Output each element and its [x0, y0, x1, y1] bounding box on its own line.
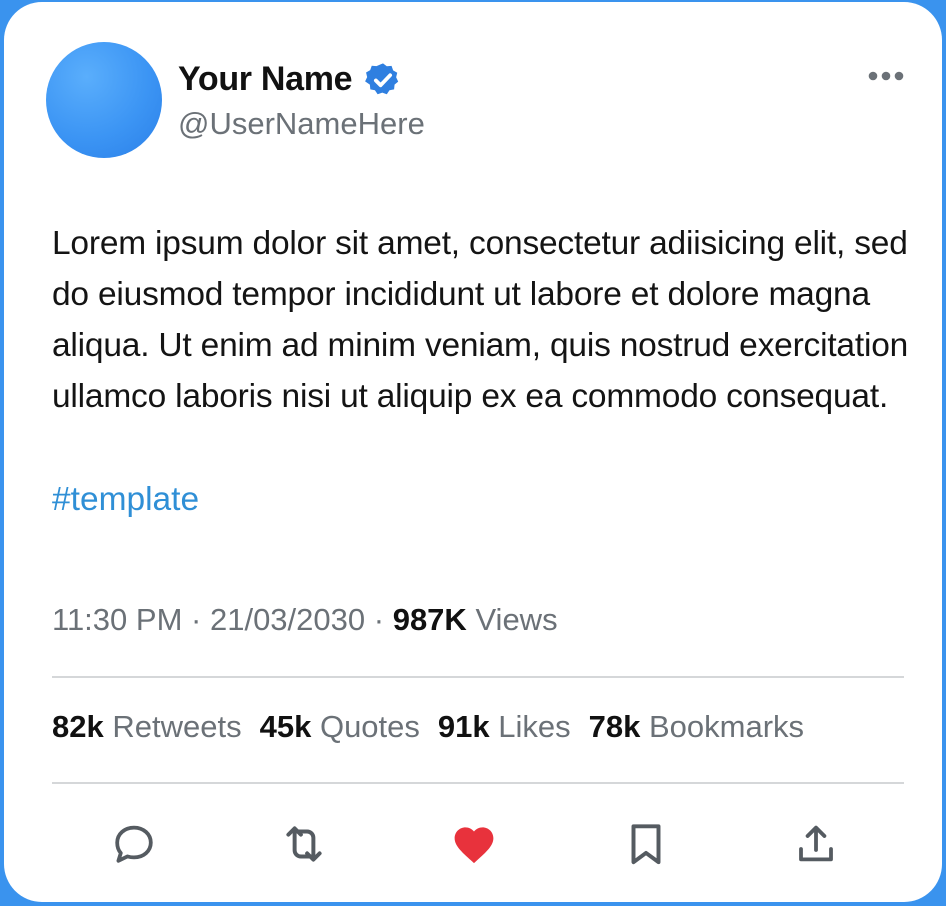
stat-label: Quotes [319, 709, 420, 744]
share-button[interactable] [790, 818, 842, 870]
heart-icon [454, 827, 494, 864]
tweet-date[interactable]: 21/03/2030 [210, 602, 365, 637]
verified-badge-icon [364, 61, 402, 99]
stat-label: Bookmarks [649, 709, 805, 744]
retweet-icon [286, 826, 322, 862]
retweet-button[interactable] [278, 818, 330, 870]
views-count: 987K [392, 602, 467, 637]
stat-label: Retweets [112, 709, 242, 744]
reply-icon [115, 825, 153, 863]
stat-count: 82k [52, 709, 104, 744]
tweet-meta: 11:30 PM · 21/03/2030 · 987K Views [52, 602, 558, 638]
stat-count: 45k [259, 709, 312, 744]
reply-button[interactable] [108, 818, 160, 870]
views-label: Views [475, 602, 558, 637]
divider [52, 782, 904, 784]
user-handle[interactable]: @UserNameHere [178, 106, 425, 142]
tweet-card: Your Name @UserNameHere Lorem ipsum dolo… [4, 2, 942, 902]
stat-likes[interactable]: 91k Likes [438, 709, 571, 745]
tweet-time[interactable]: 11:30 PM [52, 602, 182, 637]
stat-bookmarks[interactable]: 78k Bookmarks [589, 709, 804, 745]
tweet-stats: 82k Retweets 45k Quotes 91k Likes 78k Bo… [52, 709, 822, 745]
stat-count: 91k [437, 709, 490, 744]
bookmark-icon [631, 824, 661, 865]
avatar[interactable] [46, 42, 162, 158]
meta-separator: · [373, 602, 385, 637]
more-options-icon[interactable] [864, 58, 908, 94]
tweet-text: Lorem ipsum dolor sit amet, consectetur … [52, 225, 909, 415]
stat-label: Likes [498, 709, 571, 744]
user-name-row: Your Name [178, 60, 402, 99]
stat-retweets[interactable]: 82k Retweets [52, 709, 242, 745]
share-icon [799, 825, 833, 862]
stat-count: 78k [588, 709, 641, 744]
display-name[interactable]: Your Name [178, 60, 353, 99]
divider [52, 676, 904, 678]
like-button[interactable] [448, 818, 500, 870]
stat-quotes[interactable]: 45k Quotes [260, 709, 420, 745]
meta-separator: · [191, 602, 202, 637]
hashtag-link[interactable]: #template [52, 474, 199, 525]
bookmark-button[interactable] [620, 818, 672, 870]
